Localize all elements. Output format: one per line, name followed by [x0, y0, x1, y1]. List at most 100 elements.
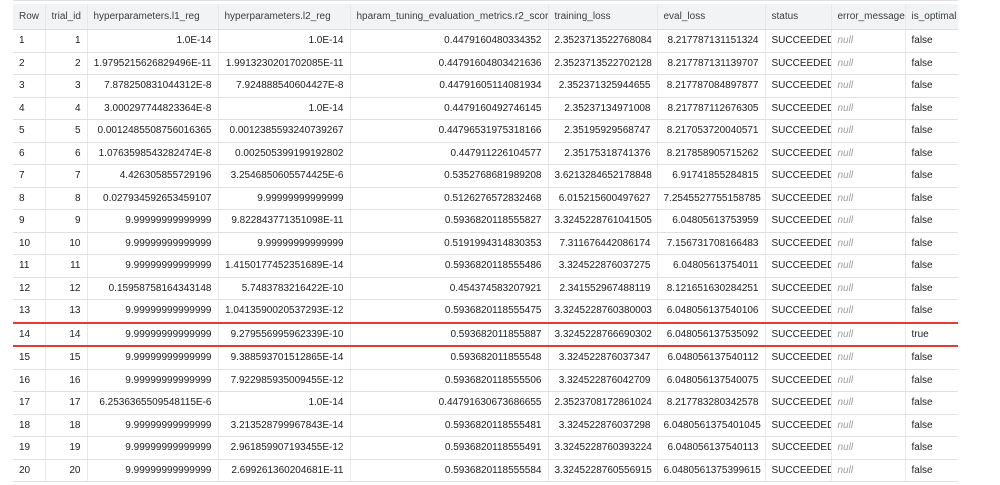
- cell-trial-id: 2: [45, 52, 88, 75]
- cell-trial-id: 5: [45, 119, 88, 143]
- table-row[interactable]: 18 18 9.99999999999999 3.213528799967843E-1…: [13, 414, 958, 437]
- cell-r2-score: 0.44791630673686655: [350, 391, 549, 415]
- cell-eval-loss: 6.048056137540106: [657, 299, 766, 323]
- cell-status: SUCCEEDED: [765, 459, 832, 482]
- cell-l2-reg: 2.699261360204681E-11: [218, 459, 351, 482]
- column-header-r2-score[interactable]: hparam_tuning_evaluation_metrics.r2_scor…: [350, 4, 549, 30]
- cell-training-loss: 3.3245228766690302: [548, 321, 658, 347]
- cell-trial-id: 1: [45, 29, 88, 53]
- table-row[interactable]: 20 20 9.99999999999999 2.699261360204681E-1…: [13, 459, 958, 482]
- cell-r2-score: 0.5936820118555491: [350, 436, 549, 460]
- table-row[interactable]: 10 10 9.99999999999999 9.99999999999999 0.51…: [13, 232, 958, 255]
- cell-is-optimal: false: [905, 97, 958, 120]
- column-header-row-number[interactable]: Row: [13, 4, 46, 30]
- cell-r2-score: 0.44796531975318166: [350, 119, 549, 143]
- cell-r2-score: 0.5936820118555827: [350, 209, 549, 233]
- cell-status: SUCCEEDED: [765, 74, 832, 98]
- cell-is-optimal: false: [905, 436, 958, 460]
- cell-trial-id: 4: [45, 97, 88, 120]
- cell-is-optimal: false: [905, 369, 958, 392]
- cell-trial-id: 18: [45, 414, 88, 437]
- table-row[interactable]: 12 12 0.15958758164343148 5.7483783216422E-…: [13, 277, 958, 300]
- cell-status: SUCCEEDED: [765, 369, 832, 392]
- table-row[interactable]: 6 6 1.0763598543282474E-8 0.002505399199192…: [13, 142, 958, 165]
- cell-r2-score: 0.593682011855887: [350, 321, 549, 347]
- cell-l1-reg: 0.0012485508756016365: [87, 119, 219, 143]
- cell-is-optimal: false: [905, 391, 958, 415]
- cell-trial-id: 3: [45, 74, 88, 98]
- column-header-training-loss[interactable]: training_loss: [548, 4, 658, 30]
- cell-l1-reg: 1.9795215626829496E-11: [87, 52, 219, 75]
- cell-error-message: null: [831, 277, 906, 300]
- cell-error-message: null: [831, 414, 906, 437]
- table-row[interactable]: 7 7 4.426305855729196 3.2546850605574425E-6…: [13, 164, 958, 188]
- cell-r2-score: 0.44791604803421636: [350, 52, 549, 75]
- table-row[interactable]: 16 16 9.99999999999999 7.922985935009455E-1…: [13, 369, 958, 392]
- table-row[interactable]: 4 4 3.000297744823364E-8 1.0E-14 0.447916049…: [13, 97, 958, 120]
- cell-l2-reg: 1.9913230201702085E-11: [218, 52, 351, 75]
- cell-is-optimal: false: [905, 52, 958, 75]
- table-row[interactable]: 17 17 6.2536365509548115E-6 1.0E-14 0.447916…: [13, 391, 958, 415]
- table-row[interactable]: 15 15 9.99999999999999 9.388593701512865E-1…: [13, 346, 958, 370]
- cell-l1-reg: 9.99999999999999: [87, 414, 219, 437]
- cell-l2-reg: 0.0012385593240739267: [218, 119, 351, 143]
- cell-is-optimal: false: [905, 254, 958, 278]
- cell-status: SUCCEEDED: [765, 29, 832, 53]
- table-header-row: Row trial_id hyperparameters.l1_reg hyperpa…: [13, 4, 958, 30]
- cell-l1-reg: 9.99999999999999: [87, 321, 219, 347]
- cell-training-loss: 2.3523708172861024: [548, 391, 658, 415]
- cell-trial-id: 9: [45, 209, 88, 233]
- table-row[interactable]: 5 5 0.0012485508756016365 0.001238559324073…: [13, 119, 958, 143]
- table-row[interactable]: 14 14 9.99999999999999 9.279556995962339E-1…: [13, 321, 958, 347]
- table-row[interactable]: 3 3 7.878250831044312E-8 7.924888540604427E…: [13, 74, 958, 98]
- column-header-l2-reg[interactable]: hyperparameters.l2_reg: [218, 4, 351, 30]
- cell-l1-reg: 3.000297744823364E-8: [87, 97, 219, 120]
- cell-is-optimal: false: [905, 29, 958, 53]
- cell-l1-reg: 9.99999999999999: [87, 346, 219, 370]
- table-row[interactable]: 11 11 9.99999999999999 1.4150177452351689E-…: [13, 254, 958, 278]
- table-row[interactable]: 19 19 9.99999999999999 2.961859907193455E-1…: [13, 436, 958, 460]
- cell-l1-reg: 9.99999999999999: [87, 369, 219, 392]
- cell-row-number: 5: [13, 119, 46, 143]
- cell-l2-reg: 3.213528799967843E-14: [218, 414, 351, 437]
- cell-l2-reg: 9.388593701512865E-14: [218, 346, 351, 370]
- table-row[interactable]: 1 1 1.0E-14 1.0E-14 0.4479160480334352 2.3523…: [13, 29, 958, 53]
- column-header-error-message[interactable]: error_message: [831, 4, 906, 30]
- cell-l1-reg: 9.99999999999999: [87, 254, 219, 278]
- cell-error-message: null: [831, 391, 906, 415]
- cell-l1-reg: 9.99999999999999: [87, 232, 219, 255]
- table-row[interactable]: 13 13 9.99999999999999 1.0413590020537293E-…: [13, 299, 958, 323]
- cell-row-number: 6: [13, 142, 46, 165]
- cell-is-optimal: false: [905, 164, 958, 188]
- cell-is-optimal: false: [905, 142, 958, 165]
- cell-is-optimal: false: [905, 74, 958, 98]
- cell-row-number: 8: [13, 187, 46, 210]
- cell-r2-score: 0.4479160492746145: [350, 97, 549, 120]
- cell-row-number: 11: [13, 254, 46, 278]
- cell-l2-reg: 1.0E-14: [218, 29, 351, 53]
- cell-training-loss: 2.341552967488119: [548, 277, 658, 300]
- table-row[interactable]: 9 9 9.99999999999999 9.822843771351098E-11 0…: [13, 209, 958, 233]
- cell-row-number: 2: [13, 52, 46, 75]
- table-row[interactable]: 2 2 1.9795215626829496E-11 1.99132302017020…: [13, 52, 958, 75]
- column-header-status[interactable]: status: [765, 4, 832, 30]
- cell-status: SUCCEEDED: [765, 436, 832, 460]
- column-header-is-optimal[interactable]: is_optimal: [905, 4, 958, 30]
- cell-l1-reg: 4.426305855729196: [87, 164, 219, 188]
- cell-is-optimal: false: [905, 187, 958, 210]
- table-row[interactable]: 8 8 0.027934592653459107 9.99999999999999 0.…: [13, 187, 958, 210]
- column-header-eval-loss[interactable]: eval_loss: [657, 4, 766, 30]
- cell-row-number: 12: [13, 277, 46, 300]
- cell-status: SUCCEEDED: [765, 209, 832, 233]
- cell-l2-reg: 1.0E-14: [218, 97, 351, 120]
- cell-status: SUCCEEDED: [765, 299, 832, 323]
- cell-error-message: null: [831, 436, 906, 460]
- cell-l2-reg: 2.961859907193455E-12: [218, 436, 351, 460]
- column-header-l1-reg[interactable]: hyperparameters.l1_reg: [87, 4, 219, 30]
- cell-trial-id: 15: [45, 346, 88, 370]
- cell-training-loss: 2.3523713522702128: [548, 52, 658, 75]
- column-header-trial-id[interactable]: trial_id: [45, 4, 88, 30]
- cell-r2-score: 0.5936820118555486: [350, 254, 549, 278]
- cell-is-optimal: false: [905, 232, 958, 255]
- cell-l1-reg: 1.0763598543282474E-8: [87, 142, 219, 165]
